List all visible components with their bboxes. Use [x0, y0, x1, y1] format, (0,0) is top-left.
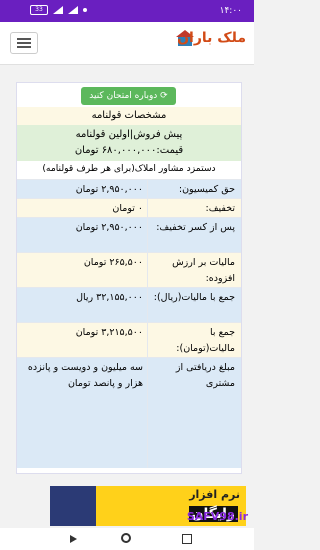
table-row: حق کمیسیون: ۲,۹۵۰,۰۰۰ تومان [17, 179, 241, 198]
back-icon[interactable] [70, 535, 77, 543]
row-label: پس از کسر تخفیف: [156, 222, 235, 233]
table-row: مبلغ دریافتی از مشتری سه میلیون و دویست … [17, 357, 241, 468]
status-icons: 33 [30, 5, 87, 15]
row-value: ۲۶۵,۵۰۰ تومان [83, 257, 143, 268]
row-label: حق کمیسیون: [178, 184, 235, 195]
table-row: تخفیف: ۰ تومان [17, 198, 241, 217]
signal-icon-2 [68, 6, 78, 14]
row-value: ۲,۹۵۰,۰۰۰ تومان [75, 222, 143, 233]
row-label: تخفیف: [205, 203, 235, 214]
section-title: مشخصات قولنامه [17, 107, 241, 126]
contract-panel: ⟳ دوباره امتحان کنید مشخصات قولنامه پیش … [16, 82, 242, 474]
home-icon[interactable] [121, 533, 131, 543]
contract-price: قیمت:۶۸۰,۰۰۰,۰۰۰ تومان [74, 145, 184, 156]
row-value: ۰ تومان [112, 203, 143, 214]
row-value: ۳۲,۱۵۵,۰۰۰ ریال [76, 292, 143, 303]
ad-banner-line1: نرم افزار [189, 488, 240, 501]
status-bar: 33 ۱۴:۰۰ [0, 0, 254, 22]
ad-banner-graphic [50, 486, 96, 526]
menu-toggle-button[interactable] [10, 32, 38, 54]
table-row: مالیات بر ارزش افزوده: ۲۶۵,۵۰۰ تومان [17, 252, 241, 287]
table-row: جمع با مالیات(تومان): ۳,۲۱۵,۵۰۰ تومان [17, 322, 241, 357]
contract-summary: پیش فروش|اولین قولنامه قیمت:۶۸۰,۰۰۰,۰۰۰ … [17, 125, 241, 161]
row-label: جمع با مالیات(تومان): [176, 327, 235, 354]
row-label: مبلغ دریافتی از مشتری [175, 362, 235, 389]
menu-icon-line [17, 38, 31, 40]
menu-icon-line [17, 46, 31, 48]
system-nav-bar [0, 528, 254, 550]
row-value: ۳,۲۱۵,۵۰۰ تومان [75, 327, 143, 338]
row-value: سه میلیون و دویست و پانزده هزار و پانصد … [27, 362, 143, 389]
status-time: ۱۴:۰۰ [219, 6, 242, 16]
row-label: مالیات بر ارزش افزوده: [172, 257, 235, 284]
battery-icon: 33 [30, 5, 48, 15]
menu-icon-line [17, 42, 31, 44]
row-label: جمع با مالیات(ریال): [153, 292, 235, 303]
wifi-icon [83, 8, 87, 12]
contract-title: پیش فروش|اولین قولنامه [75, 129, 183, 140]
fee-note: دستمزد مشاور املاک(برای هر طرف قولنامه) [17, 161, 241, 177]
watermark: SAFV98.ir [186, 510, 248, 523]
table-row: جمع با مالیات(ریال): ۳۲,۱۵۵,۰۰۰ ریال [17, 287, 241, 322]
site-logo[interactable]: ملک باران [177, 30, 246, 46]
recent-apps-icon[interactable] [182, 534, 192, 544]
retry-button[interactable]: ⟳ دوباره امتحان کنید [81, 87, 176, 105]
retry-label: دوباره امتحان کنید [89, 91, 158, 101]
signal-icon [53, 6, 63, 14]
fee-table: حق کمیسیون: ۲,۹۵۰,۰۰۰ تومان تخفیف: ۰ توم… [17, 179, 241, 468]
row-value: ۲,۹۵۰,۰۰۰ تومان [75, 184, 143, 195]
app-header: ملک باران [0, 22, 254, 65]
table-row: پس از کسر تخفیف: ۲,۹۵۰,۰۰۰ تومان [17, 217, 241, 252]
